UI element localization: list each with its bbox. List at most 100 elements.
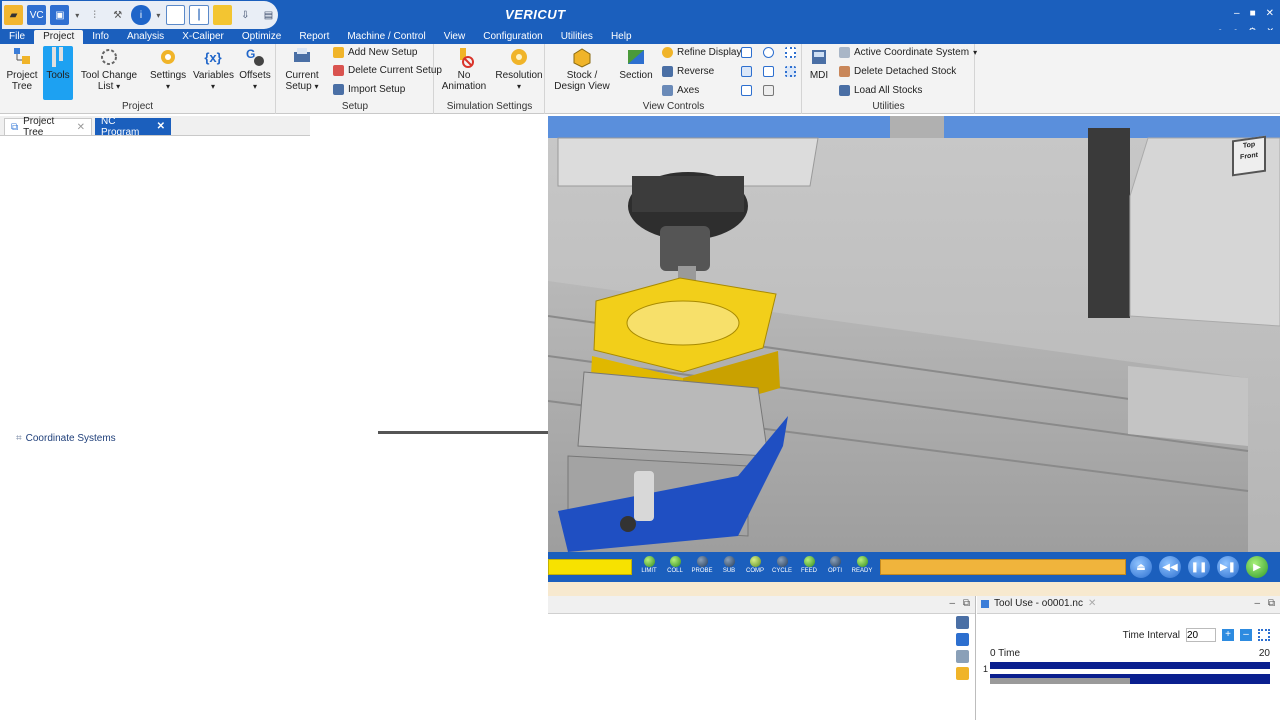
menu-report[interactable]: Report [290, 30, 338, 44]
play-button[interactable]: ▶ [1246, 556, 1268, 578]
split-view-icon[interactable]: ┃ [189, 5, 209, 25]
menu-view[interactable]: View [435, 30, 475, 44]
fit-icon[interactable] [1258, 629, 1270, 641]
log-settings-icon[interactable] [956, 616, 969, 629]
minimize-icon[interactable]: – [1254, 598, 1260, 609]
menu-file[interactable]: File [0, 30, 34, 44]
rewind-to-start-button[interactable]: ⏏ [1130, 556, 1152, 578]
view-grid-icon[interactable] [785, 47, 796, 58]
float-pane-icon[interactable]: ⧉ [1268, 598, 1275, 609]
view-options-icon[interactable] [763, 85, 774, 96]
variables-button[interactable]: {x} Variables ▾ [193, 46, 234, 92]
zoom-icon[interactable] [763, 47, 774, 58]
step-forward-button[interactable]: ▶❚ [1217, 556, 1239, 578]
tool-change-list-button[interactable]: Tool Change List ▾ [78, 46, 140, 92]
zoom-in-icon[interactable]: + [1222, 629, 1234, 641]
export-log-icon[interactable] [956, 667, 969, 680]
menu-optimize[interactable]: Optimize [233, 30, 290, 44]
float-pane-icon[interactable]: ⧉ [963, 598, 970, 609]
axes-button[interactable]: Axes [662, 85, 699, 96]
delete-current-setup-button[interactable]: Delete Current Setup [333, 65, 442, 76]
tool-holder [660, 226, 710, 271]
pause-button[interactable]: ❚❚ [1188, 556, 1210, 578]
print-icon[interactable]: ▤ [259, 5, 278, 25]
view-quad-icon[interactable] [785, 66, 796, 77]
led-probe-label: PROBE [691, 568, 713, 574]
close-icon[interactable]: ✕ [77, 122, 85, 133]
maximize-icon[interactable]: ■ [1250, 8, 1256, 19]
no-animation-button[interactable]: No Animation [439, 46, 489, 92]
view-layout-single-icon[interactable] [741, 47, 752, 58]
current-setup-button[interactable]: Current Setup ▾ [281, 46, 323, 92]
menu-project[interactable]: Project [34, 30, 84, 44]
menu-machine-control[interactable]: Machine / Control [338, 30, 434, 44]
refine-display-label: Refine Display [677, 47, 742, 58]
resolution-button[interactable]: Resolution ▾ [495, 46, 543, 92]
refine-display-button[interactable]: Refine Display [662, 47, 741, 58]
load-all-stocks-button[interactable]: Load All Stocks [839, 85, 922, 96]
header-block [890, 116, 944, 138]
add-new-setup-button[interactable]: Add New Setup [333, 47, 418, 58]
view-stack-icon[interactable] [741, 85, 752, 96]
mdi-button[interactable]: MDI [807, 46, 831, 81]
settings-button[interactable]: Settings ▾ [150, 46, 186, 92]
menu-analysis[interactable]: Analysis [118, 30, 173, 44]
menu-help[interactable]: Help [602, 30, 641, 44]
menu-info[interactable]: Info [83, 30, 118, 44]
tool-use-bar[interactable] [990, 662, 1270, 684]
machine-icon[interactable]: ⚒ [108, 5, 127, 25]
notes-icon[interactable] [212, 5, 232, 25]
section-button[interactable]: Section [616, 46, 656, 81]
group-simulation-label: Simulation Settings [446, 101, 533, 112]
vericut-logo-icon[interactable]: VC [27, 5, 47, 25]
time-interval-input[interactable] [1186, 628, 1216, 642]
gear-icon [158, 46, 178, 68]
variables-label: Variables [193, 70, 234, 81]
simulation-viewport[interactable]: Top Front [548, 116, 1280, 552]
simulation-status-bar: LIMIT COLL PROBE SUB COMP CYCLE FEED OPT… [548, 552, 1280, 582]
view-layout-split-icon[interactable] [741, 66, 752, 77]
tab-nc-program[interactable]: NC Program ✕ [95, 116, 171, 138]
zoom-out-icon[interactable]: – [1240, 629, 1252, 641]
chevron-down-icon: ▾ [973, 48, 978, 57]
single-view-icon[interactable] [166, 5, 186, 25]
info-icon[interactable]: i [131, 5, 151, 25]
project-tree-button[interactable]: Project Tree [4, 46, 40, 92]
step-back-button[interactable]: ◀◀ [1159, 556, 1181, 578]
close-icon[interactable]: ✕ [1088, 598, 1096, 609]
import-setup-button[interactable]: Import Setup [333, 84, 405, 95]
tool-use-progress [990, 678, 1130, 684]
offsets-button[interactable]: G Offsets ▾ [238, 46, 272, 92]
stock-design-view-button[interactable]: Stock / Design View [554, 46, 610, 92]
menu-bar: File Project Info Analysis X-Caliper Opt… [0, 30, 1280, 44]
view-cube[interactable]: Top Front [1232, 135, 1266, 177]
close-icon[interactable]: ✕ [1266, 8, 1274, 19]
reverse-button[interactable]: Reverse [662, 66, 714, 77]
tab-tool-use[interactable]: Tool Use - o0001.nc ✕ [981, 598, 1096, 609]
tab-project-tree[interactable]: ⧉ Project Tree ✕ [4, 116, 92, 138]
menu-utilities[interactable]: Utilities [552, 30, 602, 44]
zoom-fit-icon[interactable] [763, 66, 774, 77]
menu-x-caliper[interactable]: X-Caliper [173, 30, 233, 44]
section-label: Section [619, 70, 653, 81]
tree-item-coordinate-systems[interactable]: ⌗ Coordinate Systems [16, 433, 116, 444]
close-icon[interactable]: ✕ [157, 121, 165, 132]
machine-scene [548, 116, 1280, 552]
active-coordinate-system-button[interactable]: Active Coordinate System ▾ [839, 47, 977, 58]
tool-settings-icon[interactable]: ⫶ [85, 5, 104, 25]
menu-configuration[interactable]: Configuration [474, 30, 551, 44]
app-brand: VERICUT [505, 7, 566, 22]
export-icon[interactable]: ⇩ [236, 5, 255, 25]
mdi-icon [809, 46, 829, 68]
shield-check-icon[interactable] [956, 633, 969, 646]
filter-icon[interactable] [956, 650, 969, 663]
minimize-icon[interactable]: – [1234, 8, 1240, 19]
open-folder-icon[interactable]: ▰ [4, 5, 24, 25]
minimize-icon[interactable]: – [949, 598, 955, 609]
chevron-down-icon[interactable]: ▾ [155, 11, 163, 20]
led-comp-label: COMP [746, 568, 764, 574]
chevron-down-icon[interactable]: ▾ [73, 11, 81, 20]
delete-detached-stock-button[interactable]: Delete Detached Stock [839, 66, 956, 77]
tools-button[interactable]: Tools [43, 46, 73, 100]
save-icon[interactable]: ▣ [50, 5, 70, 25]
